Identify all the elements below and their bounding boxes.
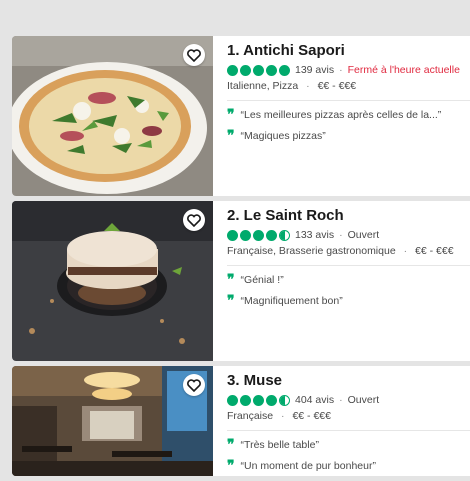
review-count[interactable]: 133 avis — [295, 229, 334, 241]
separator-dot: · — [306, 80, 310, 92]
dessert-photo[interactable] — [12, 201, 213, 361]
separator-dot: · — [339, 64, 343, 76]
rating-row: 133 avis · Ouvert — [227, 229, 470, 241]
rating-row: 139 avis · Fermé à l'heure actuelle — [227, 64, 470, 76]
divider — [227, 100, 470, 101]
rating-bubbles-icon — [227, 394, 290, 406]
review-count[interactable]: 404 avis — [295, 394, 334, 406]
rating-bubbles-icon — [227, 229, 290, 241]
bubble-icon — [266, 229, 277, 241]
cuisine-text: Italienne, Pizza — [227, 80, 299, 92]
bubble-icon — [227, 64, 238, 76]
bubble-icon — [253, 394, 264, 406]
restaurant-info: 1. Antichi Sapori 139 avis · Fermé à l'h… — [213, 36, 470, 196]
bubble-icon — [253, 64, 264, 76]
bubble-half-icon — [279, 394, 290, 406]
status-text: Ouvert — [347, 229, 380, 241]
price-text: €€ - €€€ — [292, 410, 331, 422]
separator-dot: · — [281, 410, 285, 422]
restaurant-info: 3. Muse 404 avis · Ouvert Française · €€… — [213, 366, 470, 476]
quote-text: “Très belle table” — [240, 439, 319, 451]
separator-dot: · — [339, 394, 343, 406]
bubble-icon — [240, 229, 251, 241]
quote-icon: ❞ — [227, 458, 235, 474]
quote-text: “Un moment de pur bonheur” — [240, 460, 376, 472]
quote-icon: ❞ — [227, 437, 235, 453]
review-count[interactable]: 139 avis — [295, 64, 334, 76]
bubble-icon — [227, 394, 238, 406]
separator-dot: · — [403, 245, 408, 257]
divider — [227, 430, 470, 431]
bubble-icon — [279, 64, 290, 76]
quote-text: “Génial !” — [240, 274, 284, 286]
separator-dot: · — [339, 229, 343, 241]
quote-icon: ❞ — [227, 107, 235, 123]
review-quote[interactable]: ❞ “Les meilleures pizzas après celles de… — [227, 107, 470, 123]
quote-text: “Les meilleures pizzas après celles de l… — [240, 109, 442, 121]
review-quote[interactable]: ❞ “Très belle table” — [227, 437, 470, 453]
restaurant-info: 2. Le Saint Roch 133 avis · Ouvert Franç… — [213, 201, 470, 361]
review-quote[interactable]: ❞ “Magiques pizzas” — [227, 128, 470, 144]
restaurant-list: 1. Antichi Sapori 139 avis · Fermé à l'h… — [12, 36, 470, 481]
cuisine-price-row: Française · €€ - €€€ — [227, 410, 470, 422]
quote-icon: ❞ — [227, 128, 235, 144]
restaurant-title[interactable]: 1. Antichi Sapori — [227, 42, 470, 59]
restaurant-card[interactable]: 3. Muse 404 avis · Ouvert Française · €€… — [12, 366, 470, 476]
bubble-icon — [253, 229, 264, 241]
restaurant-card[interactable]: 2. Le Saint Roch 133 avis · Ouvert Franç… — [12, 201, 470, 361]
status-text: Ouvert — [347, 394, 380, 406]
bubble-icon — [240, 394, 251, 406]
heart-icon[interactable] — [183, 44, 205, 66]
quote-icon: ❞ — [227, 272, 235, 288]
bubble-icon — [266, 394, 277, 406]
cuisine-price-row: Française, Brasserie gastronomique · €€ … — [227, 245, 470, 257]
cuisine-price-row: Italienne, Pizza · €€ - €€€ — [227, 80, 470, 92]
pizza-photo[interactable] — [12, 36, 213, 196]
price-text: €€ - €€€ — [415, 245, 454, 257]
dining-room-photo[interactable] — [12, 366, 213, 476]
bubble-icon — [266, 64, 277, 76]
restaurant-title[interactable]: 3. Muse — [227, 372, 470, 389]
restaurant-card[interactable]: 1. Antichi Sapori 139 avis · Fermé à l'h… — [12, 36, 470, 196]
cuisine-text: Française, Brasserie gastronomique — [227, 245, 396, 257]
bubble-half-icon — [279, 229, 290, 241]
quote-text: “Magiques pizzas” — [240, 130, 326, 142]
heart-icon[interactable] — [183, 209, 205, 231]
heart-icon[interactable] — [183, 374, 205, 396]
rating-bubbles-icon — [227, 64, 290, 76]
rating-row: 404 avis · Ouvert — [227, 394, 470, 406]
review-quote[interactable]: ❞ “Magnifiquement bon” — [227, 293, 470, 309]
status-text: Fermé à l'heure actuelle — [347, 64, 460, 76]
price-text: €€ - €€€ — [317, 80, 357, 92]
quote-icon: ❞ — [227, 293, 235, 309]
cuisine-text: Française — [227, 410, 274, 422]
restaurant-title[interactable]: 2. Le Saint Roch — [227, 207, 470, 224]
bubble-icon — [240, 64, 251, 76]
bubble-icon — [227, 229, 238, 241]
review-quote[interactable]: ❞ “Un moment de pur bonheur” — [227, 458, 470, 474]
divider — [227, 265, 470, 266]
quote-text: “Magnifiquement bon” — [240, 295, 343, 307]
review-quote[interactable]: ❞ “Génial !” — [227, 272, 470, 288]
